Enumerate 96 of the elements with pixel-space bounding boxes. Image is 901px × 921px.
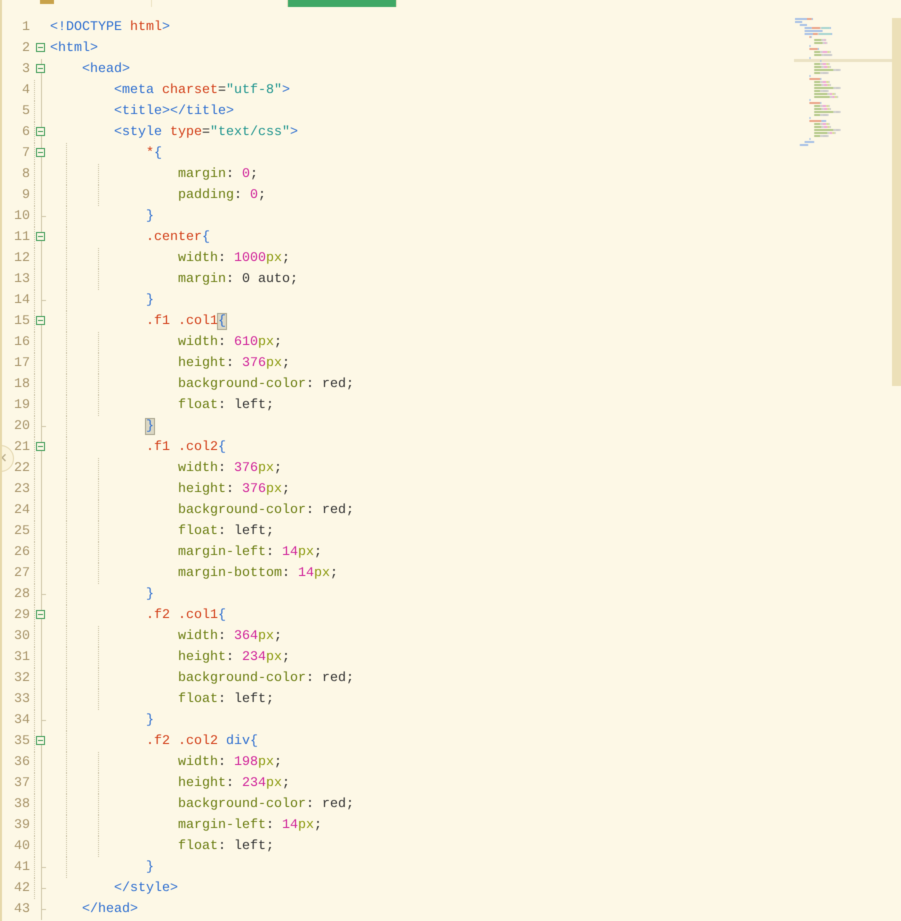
code-line: height: 376px; (176, 355, 290, 373)
line-number: 29 (14, 607, 30, 625)
line-number: 37 (14, 775, 30, 793)
code-line: .f1 .col1{ (144, 313, 226, 331)
code-line: .f2 .col1{ (144, 607, 226, 625)
code-line: .center{ (144, 229, 210, 247)
code-line: </style> (113, 880, 178, 898)
code-line: height: 376px; (176, 481, 290, 499)
line-number: 7 (22, 145, 30, 163)
folder-icon (40, 0, 54, 4)
line-number: 42 (14, 880, 30, 898)
line-number: 13 (14, 271, 30, 289)
code-line: <style type="text/css"> (113, 124, 298, 142)
line-number: 10 (14, 208, 30, 226)
code-line: } (144, 208, 154, 226)
code-line: background-color: red; (176, 376, 354, 394)
fold-icon[interactable] (36, 442, 45, 451)
code-line: width: 610px; (176, 334, 282, 352)
scrollbar-thumb[interactable] (892, 18, 901, 386)
code-line: <meta charset="utf-8"> (113, 82, 290, 100)
line-number: 14 (14, 292, 30, 310)
fold-icon[interactable] (36, 316, 45, 325)
code-line: float: left; (176, 397, 274, 415)
code-line: margin-left: 14px; (176, 817, 322, 835)
code-line: height: 234px; (176, 775, 290, 793)
fold-icon[interactable] (36, 736, 45, 745)
code-line: width: 364px; (176, 628, 282, 646)
code-line: float: left; (176, 838, 274, 856)
line-number: 22 (14, 460, 30, 478)
line-number: 8 (22, 166, 30, 184)
line-number: 38 (14, 796, 30, 814)
fold-icon[interactable] (36, 64, 45, 73)
line-number: 25 (14, 523, 30, 541)
fold-icon[interactable] (36, 127, 45, 136)
line-number: 16 (14, 334, 30, 352)
line-number: 32 (14, 670, 30, 688)
fold-icon[interactable] (36, 610, 45, 619)
code-line: } (144, 586, 154, 604)
line-number: 39 (14, 817, 30, 835)
code-line: width: 376px; (176, 460, 282, 478)
code-line: <!DOCTYPE html> (50, 19, 170, 37)
line-number: 36 (14, 754, 30, 772)
code-line: background-color: red; (176, 502, 354, 520)
line-number: 40 (14, 838, 30, 856)
fold-icon[interactable] (36, 148, 45, 157)
line-number: 15 (14, 313, 30, 331)
code-line: float: left; (176, 691, 274, 709)
line-number: 12 (14, 250, 30, 268)
line-number: 27 (14, 565, 30, 583)
code-line: padding: 0; (176, 187, 266, 205)
code-line: background-color: red; (176, 796, 354, 814)
code-line: <html> (50, 40, 98, 58)
line-number: 5 (22, 103, 30, 121)
code-line: margin: 0 auto; (176, 271, 298, 289)
line-number: 23 (14, 481, 30, 499)
code-line: margin-left: 14px; (176, 544, 322, 562)
code-line: float: left; (176, 523, 274, 541)
line-number: 30 (14, 628, 30, 646)
code-line: width: 198px; (176, 754, 282, 772)
code-line: .f2 .col2 div{ (144, 733, 258, 751)
code-line: } (144, 292, 154, 310)
code-line: } (144, 859, 154, 877)
fold-icon[interactable] (36, 232, 45, 241)
code-line: margin-bottom: 14px; (176, 565, 338, 583)
line-number: 2 (22, 40, 30, 58)
code-line: width: 1000px; (176, 250, 290, 268)
line-number: 9 (22, 187, 30, 205)
line-number: 41 (14, 859, 30, 877)
line-number: 43 (14, 901, 30, 919)
fold-icon[interactable] (36, 43, 45, 52)
line-number: 6 (22, 124, 30, 142)
line-number: 4 (22, 82, 30, 100)
line-number: 17 (14, 355, 30, 373)
line-number: 19 (14, 397, 30, 415)
line-number: 24 (14, 502, 30, 520)
code-line: height: 234px; (176, 649, 290, 667)
line-number: 31 (14, 649, 30, 667)
line-number: 18 (14, 376, 30, 394)
line-number: 3 (22, 61, 30, 79)
line-number: 1 (22, 19, 30, 37)
line-number: 33 (14, 691, 30, 709)
code-line: </head> (81, 901, 138, 919)
line-number: 21 (14, 439, 30, 457)
code-line: <title></title> (113, 103, 234, 121)
code-line: <head> (81, 61, 130, 79)
code-line: .f1 .col2{ (144, 439, 226, 457)
line-number: 35 (14, 733, 30, 751)
line-number: 34 (14, 712, 30, 730)
line-number: 20 (14, 418, 30, 436)
code-line: } (144, 712, 154, 730)
line-number: 26 (14, 544, 30, 562)
line-number: 28 (14, 586, 30, 604)
code-line: margin: 0; (176, 166, 258, 184)
code-line: *{ (144, 145, 162, 163)
code-line: background-color: red; (176, 670, 354, 688)
line-number: 11 (14, 229, 30, 247)
